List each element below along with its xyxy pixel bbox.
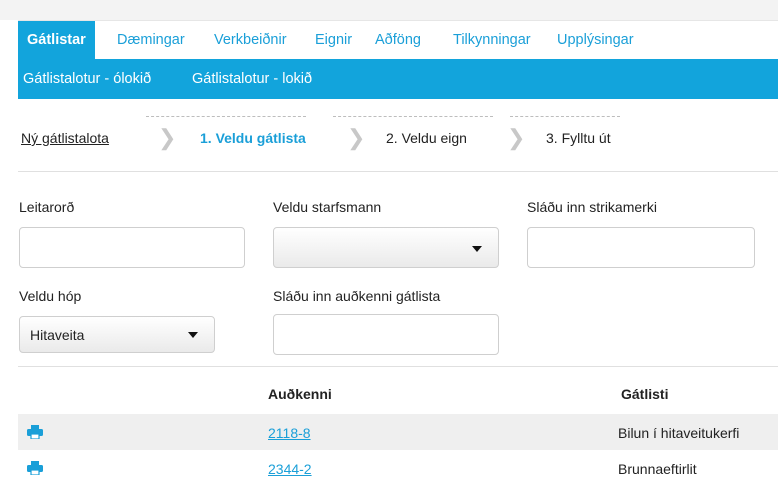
tab-tilkynningar[interactable]: Tilkynningar bbox=[453, 21, 531, 60]
employee-select[interactable] bbox=[273, 227, 499, 268]
tab-daemingar[interactable]: Dæmingar bbox=[117, 21, 185, 60]
step-select-checklist[interactable]: 1. Veldu gátlista bbox=[200, 130, 306, 146]
step-fill-out[interactable]: 3. Fylltu út bbox=[546, 130, 611, 146]
step-divider bbox=[510, 116, 620, 117]
barcode-input[interactable] bbox=[527, 227, 755, 268]
main-nav: Gátlistar Dæmingar Verkbeiðnir Eignir Að… bbox=[18, 20, 778, 60]
page: Gátlistar Dæmingar Verkbeiðnir Eignir Að… bbox=[18, 20, 778, 496]
search-input[interactable] bbox=[19, 227, 245, 268]
chevron-right-icon: ❯ bbox=[507, 125, 526, 150]
subtab-gatlistalotur-lokid[interactable]: Gátlistalotur - lokið bbox=[192, 59, 312, 99]
checklist-table: Auðkenni Gátlisti 2118-8 Bilun í hitavei… bbox=[18, 366, 778, 496]
employee-label: Veldu starfsmann bbox=[273, 199, 382, 215]
search-label: Leitarorð bbox=[19, 199, 75, 215]
caret-down-icon bbox=[188, 332, 198, 338]
group-label: Veldu hóp bbox=[19, 288, 82, 304]
checklist-name: Bilun í hitaveitukerfi bbox=[618, 425, 740, 441]
caret-down-icon bbox=[472, 246, 482, 252]
column-header-audkenni[interactable]: Auðkenni bbox=[268, 386, 332, 402]
wizard-steps: Ný gátlistalota ❯ 1. Veldu gátlista ❯ 2.… bbox=[18, 99, 778, 172]
tab-eignir[interactable]: Eignir bbox=[315, 21, 352, 60]
checklist-id-label: Sláðu inn auðkenni gátlista bbox=[273, 288, 441, 304]
top-strip bbox=[0, 0, 778, 20]
print-icon[interactable] bbox=[27, 425, 43, 439]
tab-verkbeidnir[interactable]: Verkbeiðnir bbox=[214, 21, 287, 60]
step-divider bbox=[146, 116, 306, 117]
chevron-right-icon: ❯ bbox=[158, 125, 177, 150]
checklist-id-link[interactable]: 2344-2 bbox=[268, 461, 312, 477]
column-header-gatlisti[interactable]: Gátlisti bbox=[621, 386, 668, 402]
sub-nav: Gátlistalotur - ólokið Gátlistalotur - l… bbox=[18, 59, 778, 99]
group-select[interactable]: Hitaveita bbox=[19, 316, 215, 353]
tab-adfong[interactable]: Aðföng bbox=[375, 21, 421, 60]
print-icon[interactable] bbox=[27, 461, 43, 475]
chevron-right-icon: ❯ bbox=[347, 125, 366, 150]
table-row: 2344-2 Brunnaeftirlit bbox=[18, 450, 778, 486]
table-row: 2118-8 Bilun í hitaveitukerfi bbox=[18, 414, 778, 450]
checklist-id-link[interactable]: 2118-8 bbox=[268, 425, 311, 441]
step-divider bbox=[333, 116, 493, 117]
tab-gatlistar[interactable]: Gátlistar bbox=[18, 21, 95, 60]
new-checklist-session-link[interactable]: Ný gátlistalota bbox=[21, 130, 109, 146]
tab-upplysingar[interactable]: Upplýsingar bbox=[557, 21, 634, 60]
checklist-id-input[interactable] bbox=[273, 314, 499, 355]
barcode-label: Sláðu inn strikamerki bbox=[527, 199, 657, 215]
subtab-gatlistalotur-olokid[interactable]: Gátlistalotur - ólokið bbox=[23, 59, 151, 99]
group-select-value: Hitaveita bbox=[30, 327, 85, 343]
checklist-name: Brunnaeftirlit bbox=[618, 461, 697, 477]
step-select-asset[interactable]: 2. Veldu eign bbox=[386, 130, 467, 146]
